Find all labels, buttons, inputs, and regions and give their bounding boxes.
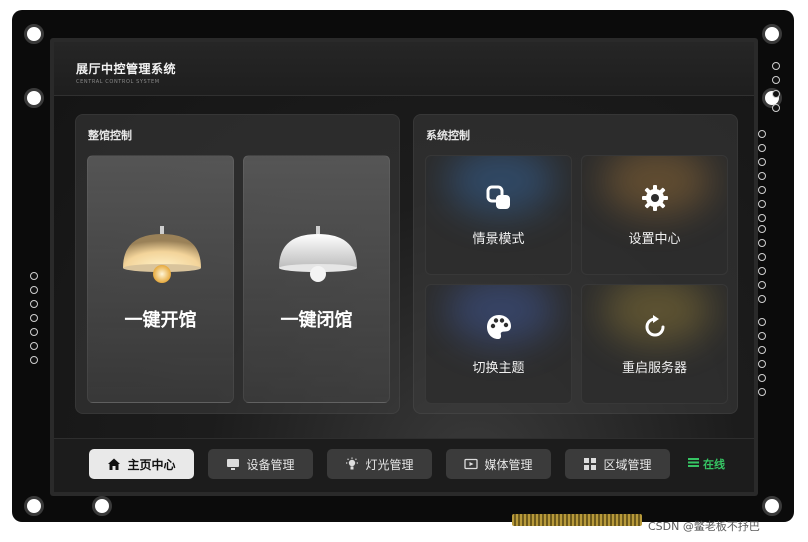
lamp-off-icon (279, 226, 357, 282)
open-hall-label: 一键开馆 (124, 310, 197, 331)
nav-media[interactable]: 媒体管理 (446, 449, 551, 479)
flex-cable (512, 514, 642, 526)
nav-home[interactable]: 主页中心 (89, 449, 194, 479)
close-hall-button[interactable]: 一键闭馆 (243, 155, 390, 403)
pin-header-right-3 (758, 225, 766, 303)
system-control-title: 系统控制 (426, 129, 470, 142)
media-icon (464, 457, 479, 471)
mount-hole (24, 496, 44, 516)
mount-hole (24, 88, 44, 108)
pin-header-right (772, 62, 780, 112)
pin-header-left (30, 272, 38, 364)
nav-device[interactable]: 设备管理 (208, 449, 313, 479)
nav-light-label: 灯光管理 (365, 457, 414, 472)
scene-mode-icon (486, 185, 510, 209)
nav-device-label: 设备管理 (246, 457, 295, 472)
nav-area-label: 区域管理 (603, 457, 652, 472)
close-hall-label: 一键闭馆 (280, 310, 353, 331)
watermark: CSDN @鳖老板不抒巴 (648, 520, 760, 533)
mount-hole (92, 496, 112, 516)
bottom-nav: 主页中心 设备管理 灯光管理 媒体管理 区域管理 在线 (54, 438, 754, 492)
pin-header-right-4 (758, 318, 766, 396)
monitor-icon (226, 457, 240, 471)
online-status-label: 在线 (703, 458, 725, 471)
home-icon (107, 457, 121, 471)
app-title: 展厅中控管理系统 (76, 62, 177, 76)
scene-mode-button[interactable]: 情景模式 (425, 155, 572, 275)
light-icon (345, 457, 359, 471)
settings-center-label: 设置中心 (628, 232, 681, 247)
open-hall-button[interactable]: 一键开馆 (87, 155, 234, 403)
restart-server-button[interactable]: 重启服务器 (581, 284, 728, 404)
mount-hole (762, 24, 782, 44)
app-subtitle: CENTRAL CONTROL SYSTEM (76, 79, 160, 85)
system-control-panel: 系统控制 情景模式 设置中心 切换主题 重启服务器 (413, 114, 738, 414)
app-header: 展厅中控管理系统 CENTRAL CONTROL SYSTEM (54, 42, 754, 96)
online-status: 在线 (688, 456, 725, 472)
hall-control-title: 整馆控制 (88, 129, 132, 142)
refresh-icon (645, 315, 664, 337)
settings-center-button[interactable]: 设置中心 (581, 155, 728, 275)
lamp-on-icon (123, 226, 201, 283)
grid-icon (583, 457, 597, 471)
restart-server-label: 重启服务器 (621, 361, 687, 376)
nav-area[interactable]: 区域管理 (565, 449, 670, 479)
nav-light[interactable]: 灯光管理 (327, 449, 432, 479)
nav-media-label: 媒体管理 (484, 457, 533, 472)
status-list-icon (688, 457, 699, 471)
screen: 展厅中控管理系统 CENTRAL CONTROL SYSTEM 整馆控制 一键开… (54, 42, 754, 492)
switch-theme-label: 切换主题 (472, 361, 525, 376)
scene-mode-label: 情景模式 (472, 232, 525, 247)
pin-header-right-2 (758, 130, 766, 222)
mount-hole (24, 24, 44, 44)
palette-icon (486, 315, 511, 339)
switch-theme-button[interactable]: 切换主题 (425, 284, 572, 404)
mount-hole (762, 496, 782, 516)
gear-icon (641, 185, 668, 211)
hall-control-panel: 整馆控制 一键开馆 一键闭馆 (75, 114, 400, 414)
nav-home-label: 主页中心 (127, 457, 176, 472)
